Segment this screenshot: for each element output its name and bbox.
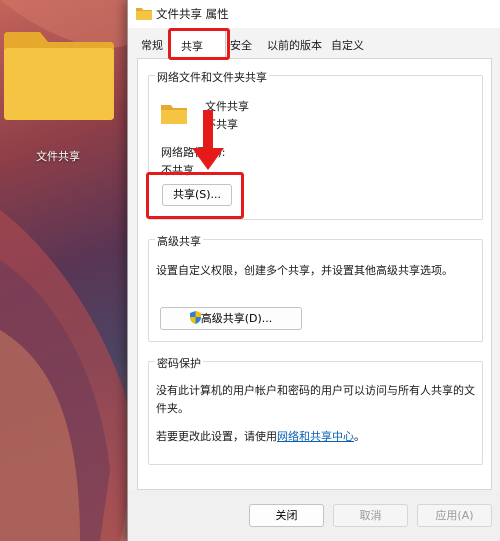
desktop-folder-label[interactable]: 文件共享 (36, 148, 80, 164)
password-description-line2: 件夹。 (156, 402, 189, 415)
tab-security[interactable]: 安全 (230, 37, 252, 53)
apply-button[interactable]: 应用(A) (417, 504, 492, 527)
desktop-folder-icon[interactable] (2, 30, 114, 120)
tab-general[interactable]: 常规 (141, 37, 163, 53)
share-button-highlight-annotation (146, 172, 244, 219)
password-protection-group: 密码保护 没有此计算机的用户帐户和密码的用户可以访问与所有人共享的文 件夹。 若… (148, 355, 483, 465)
red-arrow-annotation (192, 110, 224, 170)
network-sharing-title: 网络文件和文件夹共享 (155, 69, 269, 85)
title-bar[interactable]: 文件共享 属性 (128, 0, 500, 28)
password-protection-title: 密码保护 (155, 355, 203, 371)
dialog-button-bar: 关闭 取消 应用(A) (128, 490, 500, 541)
uac-shield-icon (189, 311, 201, 324)
advanced-sharing-group: 高级共享 设置自定义权限，创建多个共享，并设置其他高级共享选项。 高级共享(D)… (148, 233, 483, 342)
tab-highlight-annotation (168, 28, 230, 60)
window-title: 文件共享 属性 (156, 7, 229, 21)
tab-customize[interactable]: 自定义 (331, 37, 364, 53)
password-change-prefix: 若要更改此设置，请使用 (156, 430, 277, 443)
network-sharing-center-link[interactable]: 网络和共享中心 (277, 430, 354, 443)
password-description-line1: 没有此计算机的用户帐户和密码的用户可以访问与所有人共享的文 (156, 384, 475, 397)
folder-icon (161, 105, 187, 124)
advanced-sharing-title: 高级共享 (155, 233, 203, 249)
cancel-button[interactable]: 取消 (333, 504, 408, 527)
folder-icon (136, 8, 152, 20)
advanced-sharing-button-label: 高级共享(D)... (200, 312, 273, 325)
properties-dialog: 文件共享 属性 常规 安全 以前的版本 自定义 网络文件和文件夹共享 文件共享 … (127, 0, 500, 541)
password-change-text: 若要更改此设置，请使用网络和共享中心。 (156, 428, 365, 444)
advanced-sharing-description: 设置自定义权限，创建多个共享，并设置其他高级共享选项。 (156, 264, 453, 277)
advanced-sharing-button[interactable]: 高级共享(D)... (160, 307, 302, 330)
tab-previous-versions[interactable]: 以前的版本 (267, 37, 322, 53)
password-change-suffix: 。 (354, 430, 365, 443)
close-button[interactable]: 关闭 (249, 504, 324, 527)
